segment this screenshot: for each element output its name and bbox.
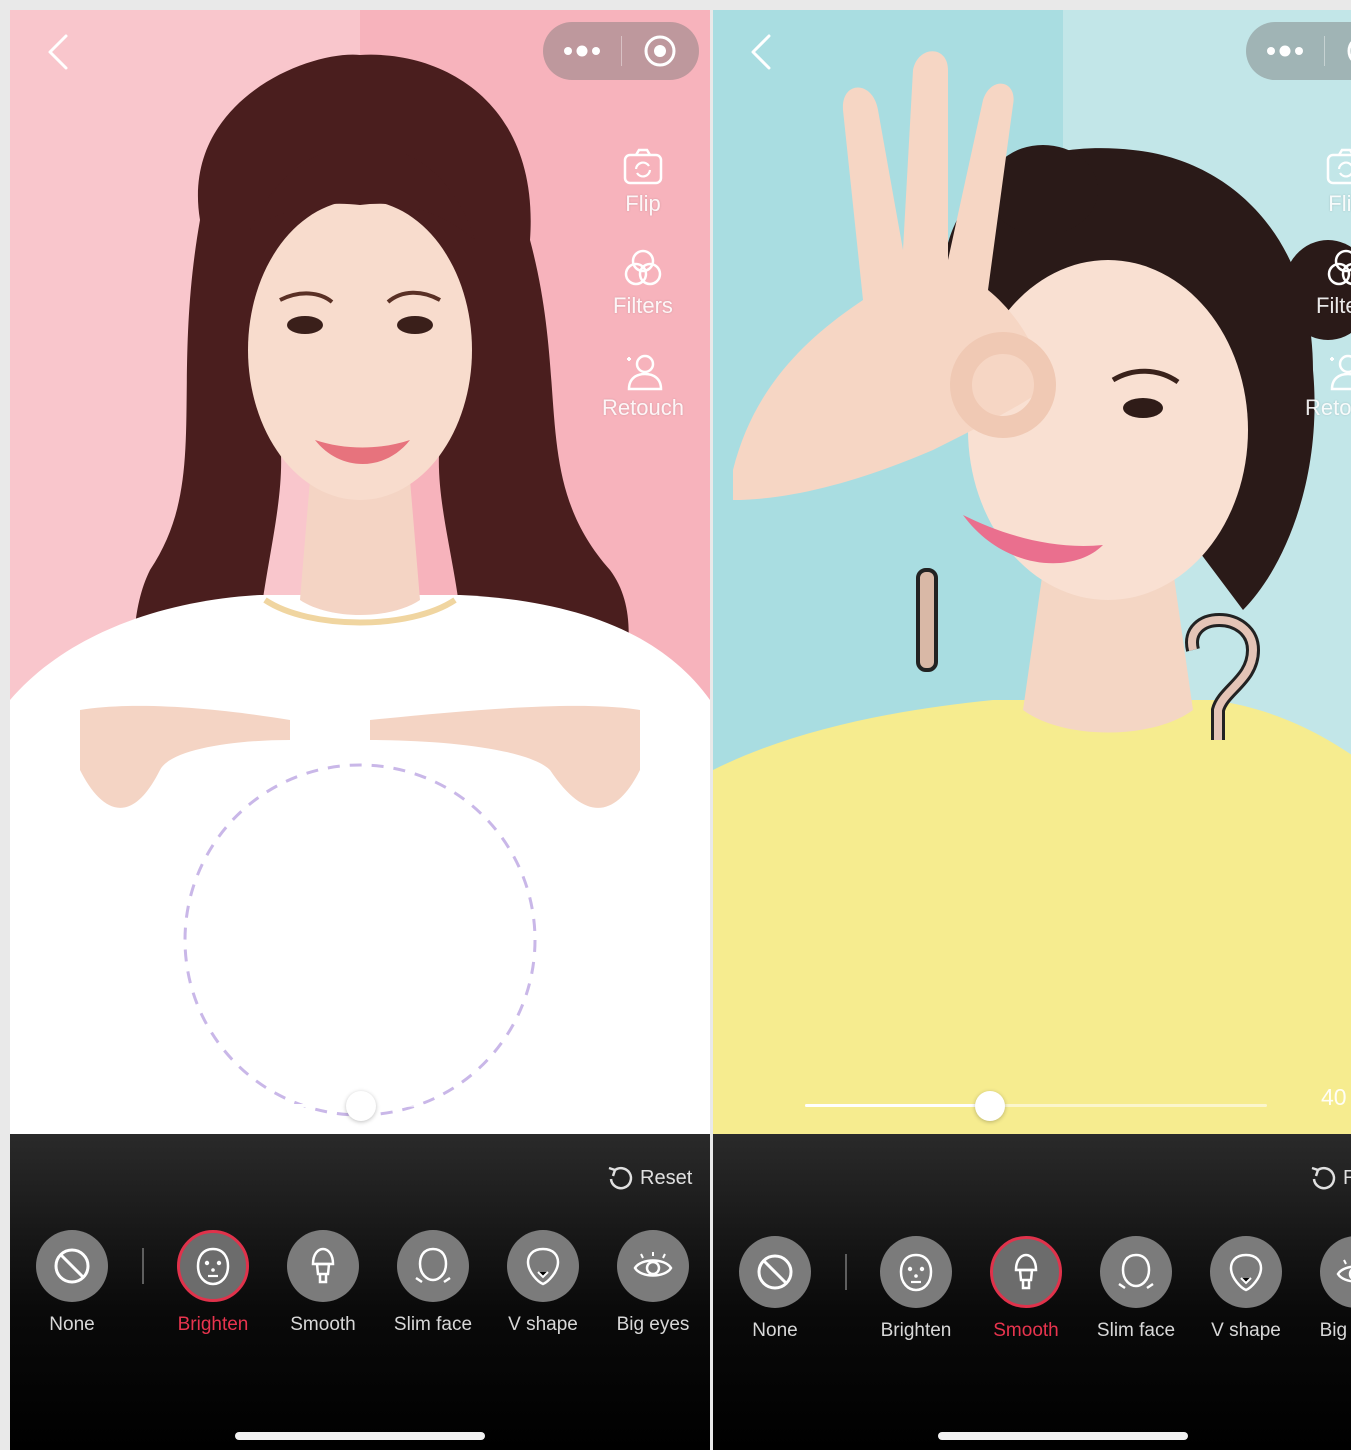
- slim-face-icon: [1118, 1253, 1154, 1290]
- filters-tool[interactable]: Filters: [1291, 247, 1351, 349]
- slider-fill: [102, 1104, 361, 1107]
- slim-face-icon: [415, 1247, 451, 1284]
- more-dots-icon: [563, 45, 600, 57]
- side-toolbar: Flip Filters Retouch: [588, 145, 698, 451]
- effect-big-eyes[interactable]: Big eyes: [1301, 1236, 1351, 1342]
- effect-v-shape[interactable]: V shape: [488, 1230, 598, 1336]
- makeup-brush-icon: [311, 1247, 335, 1284]
- side-toolbar: Flip Filters Retouch: [1291, 145, 1351, 451]
- target-close-icon: [644, 35, 676, 67]
- effect-big-eyes-label: Big eyes: [616, 1314, 690, 1335]
- filters-label: Filters: [1316, 293, 1351, 318]
- effect-smooth[interactable]: Smooth: [268, 1230, 378, 1336]
- filters-icon: [1327, 249, 1351, 286]
- filters-label: Filters: [613, 293, 673, 318]
- effect-slim-face[interactable]: Slim face: [378, 1230, 488, 1336]
- none-icon: [54, 1248, 90, 1284]
- effect-smooth-label: Smooth: [993, 1320, 1059, 1341]
- effect-big-eyes-label: Big eyes: [1319, 1320, 1351, 1341]
- effect-v-shape-label: V shape: [508, 1314, 578, 1335]
- back-button[interactable]: [741, 32, 781, 72]
- filters-icon: [624, 249, 662, 286]
- effect-none[interactable]: None: [720, 1236, 830, 1342]
- more-options-button[interactable]: [1246, 22, 1324, 80]
- more-dots-icon: [1266, 45, 1303, 57]
- reset-icon: [1311, 1166, 1336, 1190]
- retouch-tool[interactable]: Retouch: [588, 349, 698, 451]
- beauty-options: None Brighten Smooth Slim face V shape B…: [10, 1230, 710, 1350]
- retouch-icon: [1330, 354, 1351, 391]
- reset-label: Reset: [1343, 1166, 1351, 1189]
- home-indicator[interactable]: [938, 1432, 1188, 1440]
- more-options-button[interactable]: [543, 22, 621, 80]
- effects-separator: [845, 1254, 847, 1290]
- effect-slim-face-label: Slim face: [393, 1314, 473, 1335]
- retouch-label: Retouch: [602, 395, 684, 420]
- reset-button[interactable]: Reset: [1309, 1164, 1351, 1192]
- effect-brighten-label: Brighten: [880, 1320, 952, 1341]
- effect-none[interactable]: None: [17, 1230, 127, 1336]
- slider-fill: [805, 1104, 990, 1107]
- retouch-label: Retouch: [1305, 395, 1351, 420]
- effect-brighten[interactable]: Brighten: [861, 1236, 971, 1342]
- intensity-slider[interactable]: [102, 1088, 572, 1122]
- effect-brighten[interactable]: Brighten: [158, 1230, 268, 1336]
- reset-button[interactable]: Reset: [606, 1164, 692, 1192]
- effect-brighten-label: Brighten: [177, 1314, 249, 1335]
- flip-tool[interactable]: Flip: [1291, 145, 1351, 247]
- slider-value: 40: [1321, 1084, 1347, 1110]
- face-mask-icon: [196, 1247, 230, 1286]
- eye-icon: [1336, 1259, 1351, 1283]
- mini-program-capsule: [1246, 22, 1351, 80]
- back-button[interactable]: [38, 32, 78, 72]
- makeup-brush-icon: [1014, 1253, 1038, 1290]
- v-shape-icon: [1229, 1253, 1263, 1292]
- effect-v-shape[interactable]: V shape: [1191, 1236, 1301, 1342]
- eye-icon: [633, 1252, 673, 1277]
- effect-smooth-label: Smooth: [290, 1314, 356, 1335]
- home-indicator[interactable]: [235, 1432, 485, 1440]
- effect-v-shape-label: V shape: [1211, 1320, 1281, 1341]
- effect-big-eyes[interactable]: Big eyes: [598, 1230, 708, 1336]
- effect-slim-face-label: Slim face: [1096, 1320, 1176, 1341]
- effect-slim-face[interactable]: Slim face: [1081, 1236, 1191, 1342]
- close-program-button[interactable]: [1325, 22, 1351, 80]
- beauty-options: None Brighten Smooth Slim face V shape B…: [713, 1236, 1351, 1356]
- phone-screen-left: Flip Filters Retouch 55 Reset None Brigh…: [10, 10, 710, 1450]
- beauty-panel: Reset None Brighten Smooth Slim face: [713, 1134, 1351, 1450]
- flip-tool[interactable]: Flip: [588, 145, 698, 247]
- phone-screen-right: Flip Filters Retouch 40 Reset None: [713, 10, 1351, 1450]
- retouch-tool[interactable]: Retouch: [1291, 349, 1351, 451]
- flip-label: Flip: [625, 191, 661, 216]
- filters-tool[interactable]: Filters: [588, 247, 698, 349]
- beauty-panel: Reset None Brighten Smooth Slim face: [10, 1134, 710, 1450]
- flip-camera-icon: [1326, 148, 1351, 185]
- face-mask-icon: [899, 1253, 933, 1292]
- effect-smooth[interactable]: Smooth: [971, 1236, 1081, 1342]
- slider-knob[interactable]: [974, 1091, 1005, 1121]
- camera-preview: [713, 10, 1351, 1134]
- flip-camera-icon: [623, 148, 663, 185]
- effect-none-label: None: [49, 1314, 95, 1335]
- intensity-slider[interactable]: [805, 1088, 1267, 1122]
- target-close-icon: [1347, 41, 1351, 61]
- retouch-icon: [627, 354, 663, 391]
- slider-knob[interactable]: [345, 1091, 376, 1121]
- effect-none-label: None: [752, 1320, 798, 1341]
- flip-label: Flip: [1328, 191, 1351, 216]
- none-icon: [757, 1254, 793, 1290]
- reset-label: Reset: [640, 1166, 693, 1189]
- mini-program-capsule: [543, 22, 699, 80]
- slider-value: 55: [618, 1084, 644, 1110]
- close-program-button[interactable]: [622, 22, 700, 80]
- effects-separator: [142, 1248, 144, 1284]
- v-shape-icon: [526, 1247, 560, 1286]
- reset-icon: [608, 1166, 633, 1190]
